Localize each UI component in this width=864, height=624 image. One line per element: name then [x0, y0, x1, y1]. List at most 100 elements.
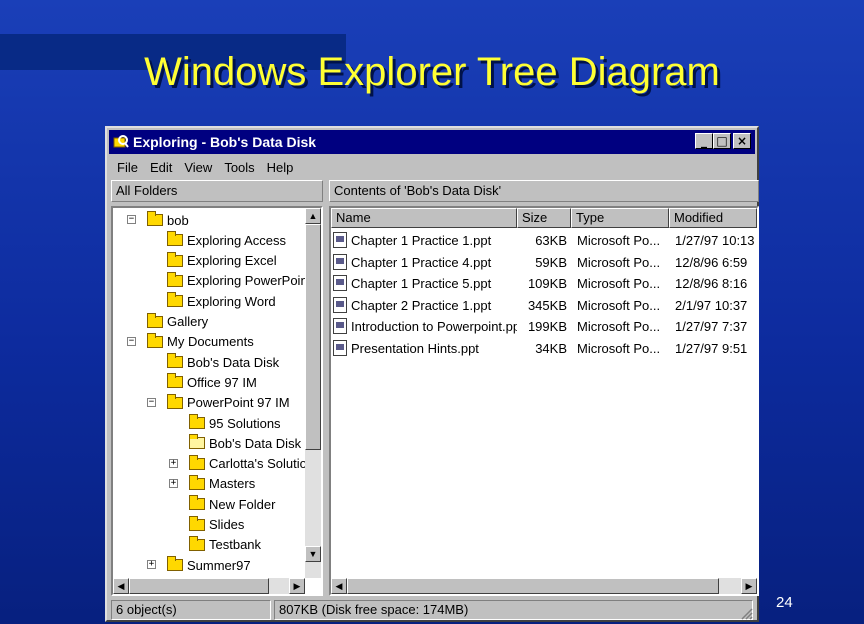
contents-header: Contents of 'Bob's Data Disk' — [329, 180, 759, 202]
tree-item[interactable]: PowerPoint 97 IM — [167, 393, 290, 413]
folder-icon — [167, 251, 183, 267]
menu-help[interactable]: Help — [261, 160, 300, 175]
expand-plus-icon[interactable]: + — [169, 458, 178, 468]
tree-vertical-scrollbar[interactable]: ▲ ▼ — [305, 208, 321, 578]
folder-icon — [189, 474, 205, 490]
tree-item[interactable]: 95 Solutions — [189, 413, 281, 433]
tree-item[interactable]: Exploring Access — [167, 230, 286, 250]
menu-tools[interactable]: Tools — [218, 160, 260, 175]
expand-plus-icon[interactable]: + — [169, 478, 178, 488]
collapse-minus-icon[interactable]: − — [147, 397, 156, 407]
folder-icon — [189, 535, 205, 551]
tree-item[interactable]: Bob's Data Disk — [189, 433, 301, 453]
file-name: Introduction to Powerpoint.ppt — [351, 319, 517, 335]
explorer-icon — [113, 134, 129, 150]
open-folder-icon — [189, 434, 205, 450]
contents-list[interactable]: Name Size Type Modified Chapter 1 Practi… — [329, 206, 759, 596]
folder-icon — [147, 312, 163, 328]
ppt-file-icon — [333, 296, 347, 313]
file-size: 63KB — [535, 233, 567, 248]
scroll-left-arrow-icon[interactable]: ◀ — [331, 578, 347, 594]
tree-item-label: PowerPoint 97 IM — [187, 395, 290, 411]
tree-hscroll-thumb[interactable] — [129, 578, 269, 594]
tree-item-label: Bob's Data Disk — [209, 435, 302, 451]
file-row[interactable]: Chapter 1 Practice 1.ppt 63KB Microsoft Po… — [331, 230, 757, 251]
tree-item[interactable]: Office 97 IM — [167, 372, 257, 392]
file-name: Chapter 2 Practice 1.ppt — [351, 297, 492, 313]
column-size[interactable]: Size — [517, 208, 571, 228]
contents-hscroll-thumb[interactable] — [347, 578, 719, 594]
file-row[interactable]: Presentation Hints.ppt 34KB Microsoft Po..… — [331, 338, 757, 359]
tree-item-label: 95 Solutions — [209, 415, 281, 431]
tree-item-label: New Folder — [209, 496, 276, 512]
scroll-right-arrow-icon[interactable]: ▶ — [289, 578, 305, 594]
folder-icon — [167, 393, 183, 409]
collapse-minus-icon[interactable]: − — [127, 336, 136, 346]
folder-icon — [189, 495, 205, 511]
minimize-button[interactable]: _ — [695, 133, 713, 149]
folder-icon — [167, 556, 183, 572]
tree-item[interactable]: New Folder — [189, 494, 275, 514]
column-modified[interactable]: Modified — [669, 208, 757, 228]
expand-plus-icon[interactable]: + — [147, 560, 156, 570]
scroll-right-arrow-icon[interactable]: ▶ — [741, 578, 757, 594]
file-modified: 1/27/97 7:37 — [675, 319, 748, 335]
file-type: Microsoft Po... — [577, 254, 661, 270]
contents-horizontal-scrollbar[interactable]: ◀ ▶ — [331, 578, 757, 594]
folder-icon — [189, 515, 205, 531]
tree-item-label: Exploring Word — [187, 293, 276, 309]
tree-item[interactable]: Masters — [189, 474, 255, 494]
file-row[interactable]: Chapter 2 Practice 1.ppt 345KB Microsoft P… — [331, 295, 757, 316]
folder-icon — [147, 332, 163, 348]
folder-icon — [167, 231, 183, 247]
resize-grip-icon[interactable] — [739, 606, 753, 620]
tree-item-label: Exploring Access — [187, 232, 286, 248]
collapse-minus-icon[interactable]: − — [127, 215, 136, 224]
tree-item-label: Bob's Data Disk — [187, 354, 280, 370]
file-name: Presentation Hints.ppt — [351, 341, 479, 356]
menu-edit[interactable]: Edit — [144, 160, 178, 175]
file-modified: 1/27/97 9:51 — [675, 341, 748, 356]
tree-item[interactable]: Exploring PowerPoint — [167, 271, 311, 291]
folder-icon — [167, 373, 183, 389]
column-name[interactable]: Name — [331, 208, 517, 228]
file-type: Microsoft Po... — [577, 276, 661, 292]
tree-item[interactable]: bob — [147, 210, 189, 230]
tree-item[interactable]: Summer97 — [167, 555, 251, 575]
maximize-button[interactable]: □ — [713, 133, 731, 149]
tree-item[interactable]: Bob's Data Disk — [167, 352, 279, 372]
window-titlebar[interactable]: Exploring - Bob's Data Disk _ □ × — [109, 130, 755, 154]
tree-item[interactable]: Testbank — [189, 535, 261, 555]
tree-item-label: Carlotta's Solution — [209, 456, 315, 472]
tree-horizontal-scrollbar[interactable]: ◀ ▶ — [113, 578, 305, 594]
tree-item[interactable]: Slides — [189, 515, 244, 535]
menu-view[interactable]: View — [178, 160, 218, 175]
file-size: 34KB — [535, 341, 567, 356]
tree-item[interactable]: Exploring Word — [167, 291, 276, 311]
tree-scroll-thumb[interactable] — [305, 224, 321, 450]
tree-item[interactable]: Carlotta's Solution — [189, 454, 314, 474]
column-type[interactable]: Type — [571, 208, 669, 228]
tree-item[interactable]: Exploring Excel — [167, 251, 277, 271]
file-name: Chapter 1 Practice 5.ppt — [351, 276, 492, 292]
scroll-left-arrow-icon[interactable]: ◀ — [113, 578, 129, 594]
tree-item-label: Slides — [209, 517, 245, 532]
scroll-up-arrow-icon[interactable]: ▲ — [305, 208, 321, 224]
close-button[interactable]: × — [733, 133, 751, 149]
file-type: Microsoft Po... — [577, 297, 661, 313]
file-size: 109KB — [527, 276, 567, 292]
file-row[interactable]: Introduction to Powerpoint.ppt 199KB Micro… — [331, 316, 757, 337]
window-title: Exploring - Bob's Data Disk — [133, 134, 317, 150]
scroll-down-arrow-icon[interactable]: ▼ — [305, 546, 321, 562]
tree-item-label: Testbank — [209, 537, 262, 553]
folder-tree[interactable]: bob − Exploring Access Exploring Excel Explo… — [111, 206, 323, 596]
file-type: Microsoft Po... — [577, 319, 661, 335]
menu-file[interactable]: File — [111, 160, 144, 175]
tree-item[interactable]: Gallery — [147, 312, 208, 332]
tree-item-label: Gallery — [167, 314, 209, 329]
file-row[interactable]: Chapter 1 Practice 5.ppt 109KB Microsoft P… — [331, 273, 757, 294]
folder-icon — [167, 271, 183, 287]
file-row[interactable]: Chapter 1 Practice 4.ppt 59KB Microsoft Po… — [331, 252, 757, 273]
tree-item[interactable]: My Documents — [147, 332, 254, 352]
file-modified: 12/8/96 6:59 — [675, 254, 748, 270]
